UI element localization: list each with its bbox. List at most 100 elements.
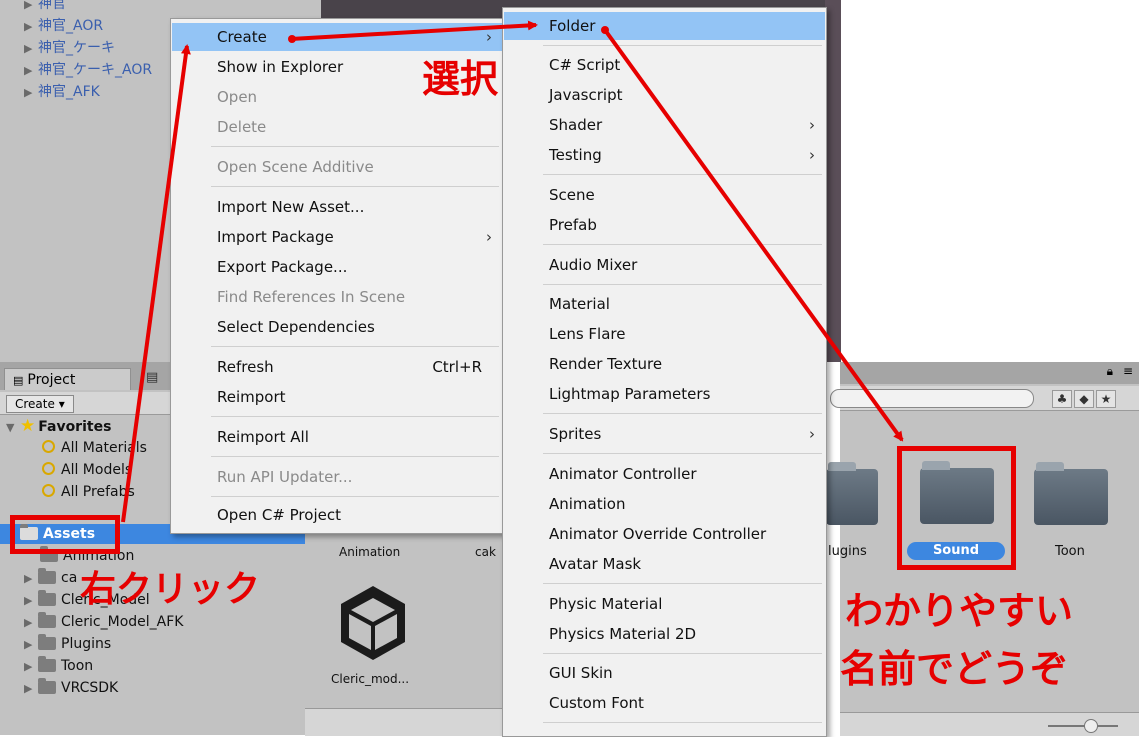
folder-icon — [38, 678, 56, 694]
menu-item-reimport-all[interactable]: Reimport All — [172, 423, 502, 451]
expand-arrow-icon[interactable]: ▶ — [24, 591, 38, 611]
search-icon — [42, 440, 55, 453]
highlight-box-sound — [897, 446, 1016, 570]
zoom-slider-knob[interactable] — [1084, 719, 1098, 733]
tree-item-folder[interactable]: ▶ Cleric_Model_AFK — [24, 612, 183, 632]
expand-arrow-icon[interactable]: ▶ — [24, 613, 38, 633]
menu-separator — [543, 244, 822, 245]
menu-item-prefab[interactable]: Prefab — [504, 211, 825, 239]
hierarchy-item[interactable]: ▶ 神官_ケーキ_AOR — [24, 60, 152, 80]
favorite-item[interactable]: All Materials — [42, 438, 147, 458]
expand-arrow-icon[interactable]: ▶ — [24, 0, 38, 15]
menu-item-custom-font[interactable]: Custom Font — [504, 689, 825, 717]
folder-label[interactable]: lugins — [828, 544, 867, 559]
favorite-item[interactable]: All Prefabs — [42, 482, 135, 502]
menu-item-physics-material-2d[interactable]: Physics Material 2D — [504, 620, 825, 648]
annotation-select: 選択 — [422, 57, 499, 101]
zoom-slider-track[interactable] — [1048, 725, 1118, 727]
hierarchy-item[interactable]: ▶ 神官_AOR — [24, 16, 103, 36]
menu-item-create[interactable]: Create › — [172, 23, 502, 51]
menu-item-lens-flare[interactable]: Lens Flare — [504, 320, 825, 348]
tree-item-folder[interactable]: ▶ Toon — [24, 656, 93, 676]
unity-logo-icon[interactable] — [333, 580, 413, 666]
menu-item-open-csharp-project[interactable]: Open C# Project — [172, 501, 502, 529]
menu-item-material[interactable]: Material — [504, 290, 825, 318]
create-submenu: Folder C# Script Javascript Shader › Test… — [502, 7, 827, 737]
menu-item-render-texture[interactable]: Render Texture — [504, 350, 825, 378]
menu-separator — [543, 583, 822, 584]
expand-arrow-icon[interactable]: ▶ — [24, 657, 38, 677]
folder-icon — [38, 612, 56, 628]
hierarchy-item[interactable]: ▶ 神官_ケーキ — [24, 38, 115, 58]
asset-label[interactable]: Animation — [339, 545, 400, 559]
menu-item-run-api-updater[interactable]: Run API Updater... — [172, 463, 502, 491]
folder-label[interactable]: Toon — [1055, 544, 1085, 559]
menu-item-gui-skin[interactable]: GUI Skin — [504, 659, 825, 687]
menu-item-select-dependencies[interactable]: Select Dependencies — [172, 313, 502, 341]
menu-icon[interactable]: ≡ — [1123, 364, 1133, 378]
tab-console-icon[interactable]: ▤ — [146, 370, 158, 385]
menu-item-delete[interactable]: Delete — [172, 113, 502, 141]
tree-item-folder[interactable]: ▶ Plugins — [24, 634, 111, 654]
menu-item-physic-material[interactable]: Physic Material — [504, 590, 825, 618]
tab-project[interactable]: ▤ Project — [4, 368, 131, 390]
asset-label[interactable]: cak — [475, 545, 496, 559]
menu-item-import-package[interactable]: Import Package › — [172, 223, 502, 251]
favorites-header[interactable]: ▼ ★ Favorites — [6, 416, 111, 436]
filter-type-icon[interactable]: ♣ — [1052, 390, 1072, 408]
search-icon — [42, 462, 55, 475]
expand-arrow-icon[interactable]: ▶ — [24, 635, 38, 655]
submenu-arrow-icon: › — [486, 28, 492, 46]
submenu-arrow-icon: › — [809, 116, 815, 134]
hierarchy-item[interactable]: ▶ 神官_AFK — [24, 82, 100, 102]
menu-item-import-new-asset[interactable]: Import New Asset... — [172, 193, 502, 221]
search-input[interactable] — [830, 389, 1034, 408]
expand-arrow-icon[interactable]: ▶ — [24, 83, 38, 103]
menu-item-refresh[interactable]: Refresh Ctrl+R — [172, 353, 502, 381]
menu-item-sprites[interactable]: Sprites › — [504, 420, 825, 448]
menu-item-audio-mixer[interactable]: Audio Mixer — [504, 251, 825, 279]
menu-item-animator-controller[interactable]: Animator Controller — [504, 460, 825, 488]
menu-item-animation[interactable]: Animation — [504, 490, 825, 518]
star-icon: ★ — [20, 416, 36, 436]
expand-arrow-icon[interactable]: ▼ — [6, 418, 20, 438]
folder-icon — [38, 590, 56, 606]
menu-item-javascript[interactable]: Javascript — [504, 81, 825, 109]
menu-item-reimport[interactable]: Reimport — [172, 383, 502, 411]
submenu-arrow-icon: › — [486, 228, 492, 246]
expand-arrow-icon[interactable]: ▶ — [24, 679, 38, 699]
menu-item-csharp-script[interactable]: C# Script — [504, 51, 825, 79]
asset-label[interactable]: Cleric_mod... — [331, 672, 409, 686]
favorite-item[interactable]: All Models — [42, 460, 132, 480]
menu-separator — [543, 174, 822, 175]
menu-separator — [211, 186, 499, 187]
menu-separator — [543, 722, 822, 723]
menu-item-avatar-mask[interactable]: Avatar Mask — [504, 550, 825, 578]
folder-icon[interactable] — [826, 462, 878, 525]
hierarchy-item[interactable]: ▶ 神官 — [24, 0, 66, 14]
favorite-star-icon[interactable]: ★ — [1096, 390, 1116, 408]
shortcut-label: Ctrl+R — [432, 358, 482, 376]
menu-separator — [543, 284, 822, 285]
tree-item-folder[interactable]: ▶ VRCSDK — [24, 678, 118, 698]
menu-item-lightmap-parameters[interactable]: Lightmap Parameters — [504, 380, 825, 408]
expand-arrow-icon[interactable]: ▶ — [24, 39, 38, 59]
menu-item-export-package[interactable]: Export Package... — [172, 253, 502, 281]
menu-item-find-references[interactable]: Find References In Scene — [172, 283, 502, 311]
asset-grid-footer — [305, 708, 505, 736]
menu-item-open-scene-additive[interactable]: Open Scene Additive — [172, 153, 502, 181]
label-tag-icon[interactable]: ◆ — [1074, 390, 1094, 408]
create-dropdown-button[interactable]: Create ▾ — [6, 395, 74, 413]
lock-icon[interactable]: 🔒︎ — [1107, 364, 1113, 379]
expand-arrow-icon[interactable]: ▶ — [24, 17, 38, 37]
menu-item-scene[interactable]: Scene — [504, 181, 825, 209]
folder-icon[interactable] — [1034, 462, 1108, 525]
tree-item-folder[interactable]: ▶ ca — [24, 568, 77, 588]
menu-item-folder[interactable]: Folder — [504, 12, 825, 40]
menu-item-shader[interactable]: Shader › — [504, 111, 825, 139]
menu-item-testing[interactable]: Testing › — [504, 141, 825, 169]
folder-icon — [38, 634, 56, 650]
menu-item-animator-override-controller[interactable]: Animator Override Controller — [504, 520, 825, 548]
expand-arrow-icon[interactable]: ▶ — [24, 61, 38, 81]
expand-arrow-icon[interactable]: ▶ — [24, 569, 38, 589]
